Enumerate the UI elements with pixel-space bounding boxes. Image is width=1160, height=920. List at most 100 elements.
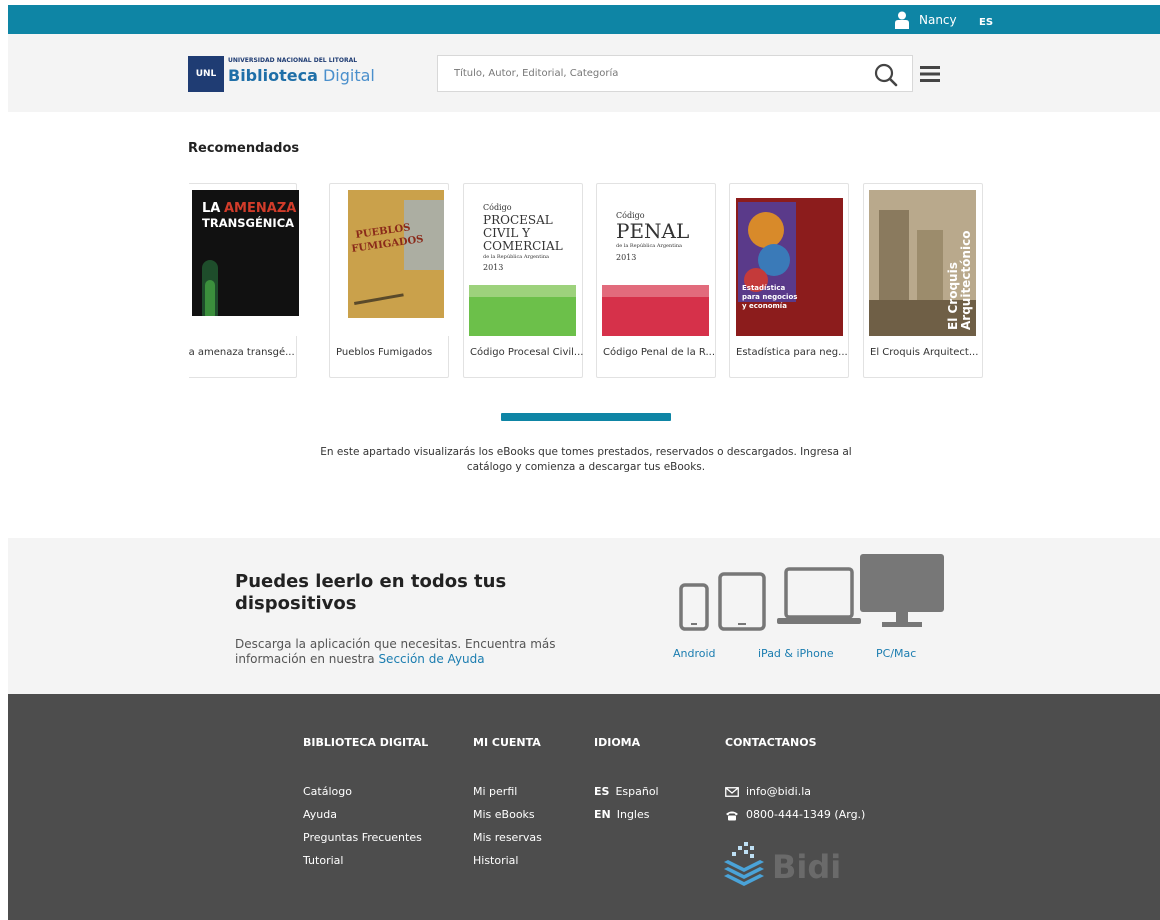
bidi-logo-icon xyxy=(724,842,764,886)
language-option-en[interactable]: EN Ingles xyxy=(594,803,659,826)
svg-text:de la República Argentina: de la República Argentina xyxy=(483,253,549,260)
language-label: Español xyxy=(615,785,659,798)
hamburger-menu-icon[interactable] xyxy=(920,66,940,82)
footer-link-ayuda[interactable]: Ayuda xyxy=(303,803,428,826)
svg-text:Arquitectónico: Arquitectónico xyxy=(959,231,973,330)
contact-phone-text: 0800-444-1349 (Arg.) xyxy=(746,808,866,821)
book-cover: Código PENAL de la República Argentina 2… xyxy=(602,190,709,336)
user-name: Nancy xyxy=(919,13,957,27)
laptop-icon xyxy=(777,567,861,624)
devices-description: Descarga la aplicación que necesitas. En… xyxy=(235,637,595,667)
footer-heading: MI CUENTA xyxy=(473,736,541,749)
footer-link-tutorial[interactable]: Tutorial xyxy=(303,849,428,872)
android-link[interactable]: Android xyxy=(673,647,716,660)
book-title: La amenaza transgé... xyxy=(189,347,295,358)
section-title-recomendados: Recomendados xyxy=(188,141,300,156)
book-card[interactable]: Estadística para negocios y economía Est… xyxy=(729,183,849,378)
footer-heading: CONTACTANOS xyxy=(725,736,817,749)
desktop-monitor-icon xyxy=(860,554,944,627)
footer-link-mi-perfil[interactable]: Mi perfil xyxy=(473,780,542,803)
book-card[interactable]: Código PROCESAL CIVIL Y COMERCIAL de la … xyxy=(463,183,583,378)
svg-text:2013: 2013 xyxy=(483,263,503,272)
book-card[interactable]: El Croquis Arquitectónico El Croquis Arq… xyxy=(863,183,983,378)
bidi-logo-text: Bidi xyxy=(772,848,841,886)
devices-section: Puedes leerlo en todos tus dispositivos … xyxy=(8,538,1160,694)
ipad-iphone-link[interactable]: iPad & iPhone xyxy=(758,647,834,660)
svg-text:TRANSGÉNICA: TRANSGÉNICA xyxy=(202,215,294,230)
pc-mac-link[interactable]: PC/Mac xyxy=(876,647,916,660)
devices-illustration xyxy=(679,554,944,631)
site-logo[interactable]: UNL UNIVERSIDAD NACIONAL DEL LITORAL Bib… xyxy=(188,56,375,92)
book-cover: Estadística para negocios y economía xyxy=(736,190,843,336)
logo-light: Digital xyxy=(322,66,375,85)
header: UNL UNIVERSIDAD NACIONAL DEL LITORAL Bib… xyxy=(8,34,1160,112)
language-label: Ingles xyxy=(616,808,650,821)
footer-link-historial[interactable]: Historial xyxy=(473,849,542,872)
footer-link-catalogo[interactable]: Catálogo xyxy=(303,780,428,803)
user-menu[interactable]: Nancy xyxy=(895,11,957,29)
svg-text:Estadística: Estadística xyxy=(742,284,785,292)
footer-column-idioma: IDIOMA ES Español EN Ingles xyxy=(594,736,659,826)
book-title: Estadística para neg... xyxy=(736,347,848,358)
footer-column-mi-cuenta: MI CUENTA Mi perfil Mis eBooks Mis reser… xyxy=(473,736,542,872)
svg-text:LA: LA xyxy=(202,201,220,216)
help-section-link[interactable]: Sección de Ayuda xyxy=(378,652,484,666)
info-text: En este apartado visualizarás los eBooks… xyxy=(320,446,852,473)
logo-square: UNL xyxy=(188,56,224,92)
search-input[interactable] xyxy=(438,56,858,91)
svg-text:y economía: y economía xyxy=(742,302,787,310)
footer-link-faq[interactable]: Preguntas Frecuentes xyxy=(303,826,428,849)
phone-icon xyxy=(726,811,738,820)
svg-text:de la República Argentina: de la República Argentina xyxy=(616,242,682,249)
svg-text:COMERCIAL: COMERCIAL xyxy=(483,239,563,253)
bidi-logo[interactable]: Bidi xyxy=(724,838,874,888)
contact-email[interactable]: info@bidi.la xyxy=(725,780,865,803)
svg-text:El Croquis: El Croquis xyxy=(946,262,960,330)
svg-text:2013: 2013 xyxy=(616,253,636,262)
book-carousel: LA AMENAZA TRANSGÉNICA La amenaza transg… xyxy=(189,183,989,379)
svg-text:CIVIL Y: CIVIL Y xyxy=(483,226,531,240)
page-frame: Nancy ES UNL UNIVERSIDAD NACIONAL DEL LI… xyxy=(8,0,1160,920)
book-title: Código Penal de la R... xyxy=(603,347,716,358)
envelope-icon xyxy=(725,787,739,797)
svg-text:PROCESAL: PROCESAL xyxy=(483,213,553,227)
carousel-indicator[interactable] xyxy=(501,413,671,421)
book-cover: Código PROCESAL CIVIL Y COMERCIAL de la … xyxy=(469,190,576,336)
book-title: El Croquis Arquitect... xyxy=(870,347,979,358)
language-code: ES xyxy=(594,785,610,798)
logo-bold: Biblioteca xyxy=(228,66,318,85)
tablet-icon xyxy=(718,572,766,631)
book-cover: PUEBLOS FUMIGADOS xyxy=(344,190,451,336)
footer-column-contactanos: CONTACTANOS info@bidi.la 0800-444-1349 (… xyxy=(725,736,865,826)
page: Nancy ES UNL UNIVERSIDAD NACIONAL DEL LI… xyxy=(0,0,1160,920)
footer-link-mis-ebooks[interactable]: Mis eBooks xyxy=(473,803,542,826)
book-title: Código Procesal Civil... xyxy=(470,347,584,358)
language-code: EN xyxy=(594,808,611,821)
footer-heading: IDIOMA xyxy=(594,736,641,749)
footer-column-biblioteca: BIBLIOTECA DIGITAL Catálogo Ayuda Pregun… xyxy=(303,736,428,872)
footer-heading: BIBLIOTECA DIGITAL xyxy=(303,736,429,749)
book-title: Pueblos Fumigados xyxy=(336,347,433,358)
user-icon xyxy=(895,11,909,29)
top-bar: Nancy ES xyxy=(8,5,1160,34)
contact-email-text: info@bidi.la xyxy=(746,785,812,798)
book-cover: El Croquis Arquitectónico xyxy=(869,190,976,336)
footer: BIBLIOTECA DIGITAL Catálogo Ayuda Pregun… xyxy=(8,694,1160,920)
svg-text:Código: Código xyxy=(483,203,512,212)
svg-text:PENAL: PENAL xyxy=(616,219,689,243)
search-box xyxy=(437,55,913,92)
svg-text:AMENAZA: AMENAZA xyxy=(224,201,296,216)
book-cover: LA AMENAZA TRANSGÉNICA xyxy=(192,190,299,336)
book-card[interactable]: LA AMENAZA TRANSGÉNICA La amenaza transg… xyxy=(189,183,299,378)
phone-icon xyxy=(679,583,709,631)
contact-phone[interactable]: 0800-444-1349 (Arg.) xyxy=(725,803,865,826)
search-icon[interactable] xyxy=(874,63,898,87)
language-option-es[interactable]: ES Español xyxy=(594,780,659,803)
language-switch[interactable]: ES xyxy=(979,17,993,28)
book-card[interactable]: PUEBLOS FUMIGADOS Pueblos Fumigados xyxy=(329,183,451,378)
logo-university: UNIVERSIDAD NACIONAL DEL LITORAL xyxy=(228,57,358,64)
devices-title: Puedes leerlo en todos tus dispositivos xyxy=(235,571,507,614)
footer-link-mis-reservas[interactable]: Mis reservas xyxy=(473,826,542,849)
book-card[interactable]: Código PENAL de la República Argentina 2… xyxy=(596,183,716,378)
logo-wordmark: Biblioteca Digital xyxy=(228,66,375,86)
